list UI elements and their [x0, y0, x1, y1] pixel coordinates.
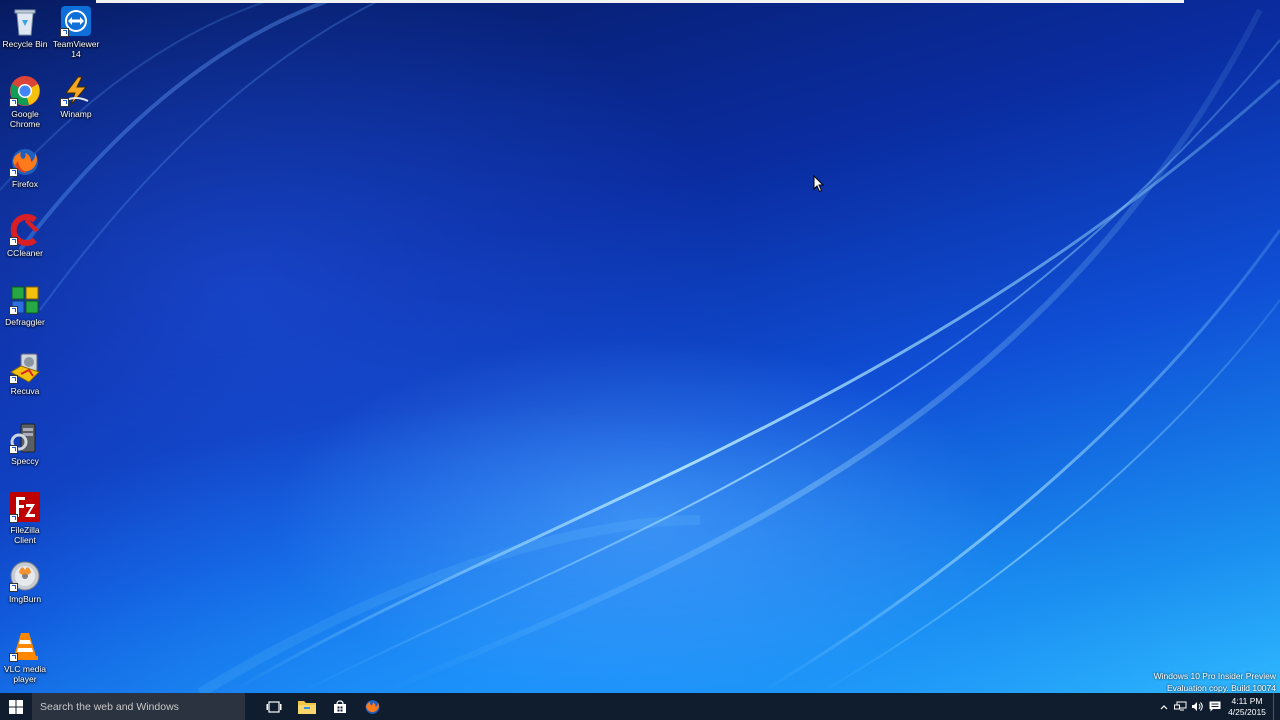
system-tray: 4:11 PM 4/25/2015: [1155, 693, 1280, 720]
task-view-button[interactable]: [257, 693, 290, 720]
shortcut-arrow-icon: [60, 28, 69, 37]
firefox-taskbar-button[interactable]: [356, 693, 389, 720]
file-explorer-icon: [297, 701, 316, 714]
desktop-icon-label: Winamp: [60, 109, 92, 119]
desktop-icon-label: Firefox: [12, 179, 38, 189]
watermark-line-2: Evaluation copy. Build 10074: [1166, 683, 1276, 693]
desktop-icon-google-chrome[interactable]: Google Chrome: [0, 75, 50, 129]
teamviewer-icon: [60, 5, 92, 37]
volume-button[interactable]: [1189, 693, 1206, 720]
imgburn-icon: [9, 560, 41, 592]
chevron-up-icon: [1160, 704, 1167, 709]
shortcut-arrow-icon: [9, 375, 18, 384]
firefox-icon: [365, 700, 380, 714]
desktop-icon-label: Recycle Bin: [2, 39, 48, 49]
search-box[interactable]: [32, 693, 245, 720]
file-explorer-button[interactable]: [290, 693, 323, 720]
windows-logo-icon: [9, 699, 23, 714]
recycle-bin-icon: [9, 5, 41, 37]
firefox-icon: [9, 145, 41, 177]
desktop-icon-label: Speccy: [11, 456, 39, 466]
desktop-icon-imgburn[interactable]: ImgBurn: [0, 560, 50, 604]
vlc-icon: [9, 630, 41, 662]
filezilla-icon: [9, 491, 41, 523]
desktop-icon-label: Defraggler: [5, 317, 45, 327]
shortcut-arrow-icon: [9, 168, 18, 177]
recuva-icon: [9, 352, 41, 384]
desktop-icon-teamviewer[interactable]: TeamViewer 14: [51, 5, 101, 59]
show-desktop-button[interactable]: [1273, 693, 1280, 720]
top-window-edge: [96, 0, 1184, 3]
shortcut-arrow-icon: [9, 514, 18, 523]
desktop-icon-filezilla[interactable]: FileZilla Client: [0, 491, 50, 545]
store-button[interactable]: [323, 693, 356, 720]
desktop[interactable]: Recycle Bin TeamViewer 14 Google Chrome …: [0, 0, 1280, 693]
winamp-icon: [60, 75, 92, 107]
start-button[interactable]: [0, 693, 32, 720]
desktop-icon-label: ImgBurn: [8, 594, 42, 604]
desktop-icon-defraggler[interactable]: Defraggler: [0, 283, 50, 327]
shortcut-arrow-icon: [9, 306, 18, 315]
clock-time: 4:11 PM: [1231, 695, 1263, 706]
notification-icon: [1209, 701, 1220, 712]
ccleaner-icon: [9, 214, 41, 246]
watermark-line-1: Windows 10 Pro Insider Preview: [1153, 671, 1276, 681]
mouse-cursor-icon: [813, 175, 825, 193]
action-center-button[interactable]: [1206, 693, 1223, 720]
speaker-icon: [1192, 702, 1203, 711]
clock-date: 4/25/2015: [1228, 706, 1266, 717]
desktop-icon-label: VLC media player: [3, 664, 47, 684]
shortcut-arrow-icon: [60, 98, 69, 107]
desktop-icon-winamp[interactable]: Winamp: [51, 75, 101, 119]
task-view-icon: [266, 700, 281, 713]
speccy-icon: [9, 422, 41, 454]
shortcut-arrow-icon: [9, 445, 18, 454]
taskbar-clock[interactable]: 4:11 PM 4/25/2015: [1223, 696, 1271, 718]
taskbar: 4:11 PM 4/25/2015: [0, 693, 1280, 720]
desktop-icon-recuva[interactable]: Recuva: [0, 352, 50, 396]
store-icon: [333, 699, 346, 713]
desktop-icon-firefox[interactable]: Firefox: [0, 145, 50, 189]
search-input[interactable]: [40, 700, 240, 713]
desktop-icon-label: CCleaner: [7, 248, 43, 258]
shortcut-arrow-icon: [9, 237, 18, 246]
shortcut-arrow-icon: [9, 98, 18, 107]
network-button[interactable]: [1172, 693, 1189, 720]
shortcut-arrow-icon: [9, 583, 18, 592]
desktop-icon-speccy[interactable]: Speccy: [0, 422, 50, 466]
network-icon: [1174, 701, 1187, 711]
wallpaper-light-streaks: [0, 0, 1280, 693]
desktop-icon-label: Recuva: [10, 386, 40, 396]
shortcut-arrow-icon: [9, 653, 18, 662]
windows-evaluation-watermark: Windows 10 Pro Insider Preview Evaluatio…: [1154, 670, 1276, 693]
desktop-icon-ccleaner[interactable]: CCleaner: [0, 214, 50, 258]
defraggler-icon: [9, 283, 41, 315]
desktop-icon-label: FileZilla Client: [10, 525, 40, 545]
desktop-icon-label: TeamViewer 14: [52, 39, 100, 59]
desktop-icon-label: Google Chrome: [9, 109, 41, 129]
desktop-icon-vlc[interactable]: VLC media player: [0, 630, 50, 684]
chrome-icon: [9, 75, 41, 107]
desktop-icon-recycle-bin[interactable]: Recycle Bin: [0, 5, 50, 49]
show-hidden-icons-button[interactable]: [1155, 693, 1172, 720]
